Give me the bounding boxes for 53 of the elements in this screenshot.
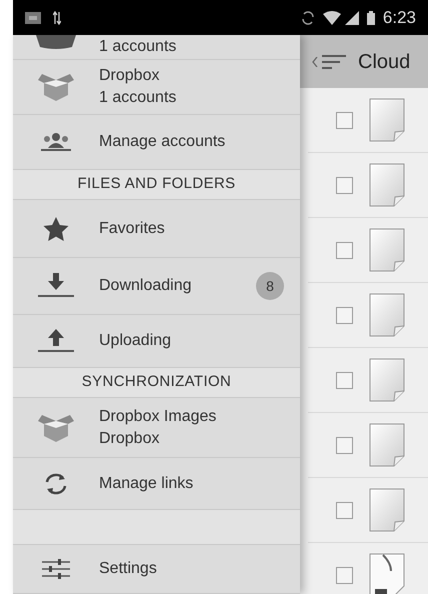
menu-item[interactable]: Favorites xyxy=(13,200,300,258)
count-badge: 8 xyxy=(256,272,284,300)
checkbox[interactable] xyxy=(336,566,353,584)
account-text: Dropbox Images xyxy=(99,406,216,426)
back-chevron-icon[interactable] xyxy=(312,56,318,66)
menu-label: Downloading xyxy=(99,276,193,296)
account-entry[interactable]: Dropbox 1 accounts xyxy=(13,60,300,115)
account-entry[interactable]: 1 accounts xyxy=(13,35,300,60)
sync-icon xyxy=(300,10,315,24)
menu-label: Favorites xyxy=(99,218,166,238)
account-text: 1 accounts xyxy=(99,37,176,57)
menu-label: Settings xyxy=(99,559,158,579)
account-text: 1 accounts xyxy=(99,88,176,108)
upload-icon xyxy=(38,328,74,354)
checkbox[interactable] xyxy=(336,502,353,518)
image-icon xyxy=(25,12,41,24)
file-icon xyxy=(369,358,405,402)
menu-item[interactable]: Settings xyxy=(13,545,300,594)
checkbox[interactable] xyxy=(336,242,353,258)
menu-label: Uploading xyxy=(99,331,172,351)
checkbox[interactable] xyxy=(336,306,353,324)
menu-icon[interactable] xyxy=(322,54,346,70)
open-box-icon xyxy=(38,412,74,442)
file-icon xyxy=(369,423,405,467)
checkbox[interactable] xyxy=(336,176,353,194)
account-text: Dropbox xyxy=(99,66,160,86)
sliders-icon xyxy=(42,559,70,579)
checkbox[interactable] xyxy=(336,112,353,128)
sync-icon xyxy=(43,472,69,496)
file-icon xyxy=(369,488,405,532)
menu-item[interactable]: Downloading 8 xyxy=(13,258,300,315)
screen-title: Cloud xyxy=(358,50,410,74)
checkbox[interactable] xyxy=(336,436,353,454)
wifi-icon xyxy=(322,10,341,24)
account-entry[interactable]: Dropbox Images Dropbox xyxy=(13,398,300,458)
signal-icon xyxy=(344,10,359,24)
file-icon xyxy=(369,228,405,272)
menu-label: Manage links xyxy=(99,474,194,494)
download-icon xyxy=(38,273,74,299)
people-icon xyxy=(41,132,71,152)
menu-label: Manage accounts xyxy=(99,132,226,152)
account-text: Dropbox xyxy=(99,428,160,448)
section-header: SYNCHRONIZATION xyxy=(82,372,232,392)
clock: 6:23 xyxy=(382,6,416,29)
star-icon xyxy=(43,216,69,240)
battery-icon xyxy=(366,10,375,24)
checkbox[interactable] xyxy=(336,372,353,388)
open-box-icon xyxy=(38,72,74,102)
data-transfer-icon xyxy=(53,10,61,24)
file-icon xyxy=(369,163,405,207)
file-icon xyxy=(369,98,405,142)
section-header: FILES AND FOLDERS xyxy=(77,174,236,194)
file-icon xyxy=(369,293,405,337)
